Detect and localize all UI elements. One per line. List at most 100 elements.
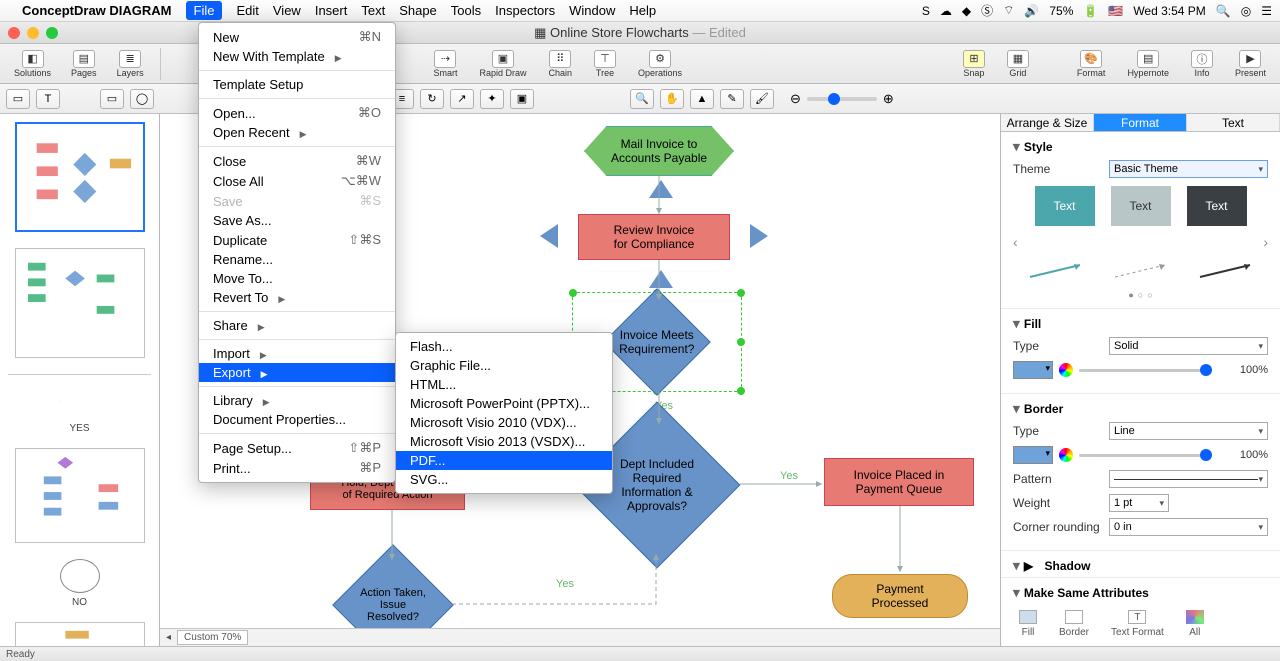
fill-color-wheel-icon[interactable]: [1059, 363, 1073, 377]
same-fill[interactable]: Fill: [1019, 610, 1037, 638]
zoom-out-icon[interactable]: ⊖: [790, 91, 801, 107]
arrow-style-1[interactable]: [1026, 261, 1086, 281]
file-menu-open-recent[interactable]: Open Recent: [199, 123, 395, 142]
battery-icon[interactable]: 🔋: [1083, 4, 1098, 18]
tab-arrange[interactable]: Arrange & Size: [1001, 114, 1094, 131]
page-thumb-1[interactable]: [15, 122, 145, 232]
file-menu-export[interactable]: Export: [199, 363, 395, 382]
shape-action-taken[interactable]: Action Taken, Issue Resolved?: [332, 544, 454, 628]
shape-mail-invoice[interactable]: Mail Invoice to Accounts Payable: [584, 126, 734, 176]
tb-present[interactable]: ▶Present: [1227, 48, 1274, 80]
export-menu-html-[interactable]: HTML...: [396, 375, 612, 394]
zoom-slider[interactable]: [807, 97, 877, 101]
menu-insert[interactable]: Insert: [315, 3, 348, 18]
border-opacity-slider[interactable]: [1079, 454, 1212, 457]
nav-arrow-left[interactable]: [540, 224, 558, 248]
menu-window[interactable]: Window: [569, 3, 615, 18]
arrow-style-3[interactable]: [1196, 261, 1256, 281]
corner-input[interactable]: 0 in: [1109, 518, 1268, 536]
file-menu-print-[interactable]: Print...⌘P: [199, 458, 395, 478]
shape-invoice-meets[interactable]: Invoice Meets Requirement?: [603, 288, 710, 395]
same-textformat[interactable]: TText Format: [1111, 610, 1164, 638]
tab-text[interactable]: Text: [1187, 114, 1280, 131]
page-thumb-3[interactable]: [15, 448, 145, 543]
arrow-style-2[interactable]: [1111, 261, 1171, 281]
tb-operations[interactable]: ⚙Operations: [630, 48, 690, 80]
file-menu-share[interactable]: Share: [199, 316, 395, 335]
pan-tool[interactable]: ✋: [660, 89, 684, 109]
nav-arrow-down-2[interactable]: [649, 270, 673, 288]
file-menu-import[interactable]: Import: [199, 344, 395, 363]
tb-layers[interactable]: ≣Layers: [109, 48, 152, 80]
menu-help[interactable]: Help: [629, 3, 656, 18]
flag-icon[interactable]: 🇺🇸: [1108, 4, 1123, 18]
wifi-icon[interactable]: ⌔: [1003, 3, 1014, 18]
shape-review-invoice[interactable]: Review Invoice for Compliance: [578, 214, 730, 260]
menu-view[interactable]: View: [273, 3, 301, 18]
border-type-select[interactable]: Line: [1109, 422, 1268, 440]
border-color-wheel-icon[interactable]: [1059, 448, 1073, 462]
menu-shape[interactable]: Shape: [399, 3, 437, 18]
swatch-2[interactable]: Text: [1111, 186, 1171, 226]
file-menu-duplicate[interactable]: Duplicate⇧⌘S: [199, 230, 395, 250]
theme-select[interactable]: Basic Theme: [1109, 160, 1268, 178]
tb-tree[interactable]: ⊤Tree: [586, 48, 624, 80]
bucket-tool[interactable]: ▲: [690, 89, 714, 109]
menu-edit[interactable]: Edit: [236, 3, 258, 18]
shape-payment-processed[interactable]: Payment Processed: [832, 574, 968, 618]
file-menu-revert-to[interactable]: Revert To: [199, 288, 395, 307]
cloud-icon[interactable]: ☁: [940, 4, 952, 18]
fill-opacity-slider[interactable]: [1079, 369, 1212, 372]
tb-smart[interactable]: ⇢Smart: [425, 48, 465, 80]
file-menu-library[interactable]: Library: [199, 391, 395, 410]
volume-icon[interactable]: 🔊: [1024, 4, 1039, 18]
zoom-in-icon[interactable]: ⊕: [883, 91, 894, 107]
brush-tool[interactable]: 🖌: [750, 89, 774, 109]
file-menu-page-setup-[interactable]: Page Setup...⇧⌘P: [199, 438, 395, 458]
eyedrop-tool[interactable]: ✎: [720, 89, 744, 109]
file-menu-template-setup[interactable]: Template Setup: [199, 75, 395, 94]
file-menu-save[interactable]: Save⌘S: [199, 191, 395, 211]
file-menu-close-all[interactable]: Close All⌥⌘W: [199, 171, 395, 191]
same-title[interactable]: Make Same Attributes: [1013, 586, 1268, 600]
border-title[interactable]: Border: [1013, 402, 1268, 416]
style-next[interactable]: ›: [1263, 234, 1268, 250]
border-pattern-select[interactable]: [1109, 470, 1268, 488]
menu-inspectors[interactable]: Inspectors: [495, 3, 555, 18]
tb-grid[interactable]: ▦Grid: [999, 48, 1037, 80]
connector-tool[interactable]: ↗: [450, 89, 474, 109]
s-icon[interactable]: S: [922, 4, 930, 18]
menu-file[interactable]: File: [186, 1, 223, 20]
shape-payment-queue[interactable]: Invoice Placed in Payment Queue: [824, 458, 974, 506]
magic-tool[interactable]: ✦: [480, 89, 504, 109]
tb-format[interactable]: 🎨Format: [1069, 48, 1114, 80]
tb-solutions[interactable]: ◧Solutions: [6, 48, 59, 80]
export-menu-pdf-[interactable]: PDF...: [396, 451, 612, 470]
nav-arrow-down-1[interactable]: [649, 180, 673, 198]
spotlight-icon[interactable]: 🔍: [1216, 4, 1231, 18]
export-menu-svg-[interactable]: SVG...: [396, 470, 612, 489]
zoom-arrow-left[interactable]: ◂: [166, 632, 171, 643]
pointer-tool[interactable]: ▭: [6, 89, 30, 109]
file-menu-new-with-template[interactable]: New With Template: [199, 47, 395, 66]
page-thumb-2[interactable]: [15, 248, 145, 358]
skype-icon[interactable]: Ⓢ: [981, 2, 993, 19]
tb-rapiddraw[interactable]: ▣Rapid Draw: [471, 48, 534, 80]
file-menu-close[interactable]: Close⌘W: [199, 151, 395, 171]
window-close-button[interactable]: [8, 27, 20, 39]
fill-color[interactable]: [1013, 361, 1053, 379]
same-border[interactable]: Border: [1059, 610, 1089, 638]
notification-icon[interactable]: ☰: [1261, 4, 1272, 18]
tb-snap[interactable]: ⊞Snap: [955, 48, 993, 80]
style-prev[interactable]: ‹: [1013, 234, 1018, 250]
text-tool[interactable]: T: [36, 89, 60, 109]
rotate-tool[interactable]: ↻: [420, 89, 444, 109]
tb-info[interactable]: ⓘInfo: [1183, 48, 1221, 80]
palette-no[interactable]: NO: [8, 559, 151, 608]
shadow-title[interactable]: ▶ Shadow: [1013, 559, 1268, 573]
window-min-button[interactable]: [27, 27, 39, 39]
border-color[interactable]: [1013, 446, 1053, 464]
nav-arrow-right[interactable]: [750, 224, 768, 248]
tb-hypernote[interactable]: ▤Hypernote: [1119, 48, 1177, 80]
style-title[interactable]: Style: [1013, 140, 1268, 154]
